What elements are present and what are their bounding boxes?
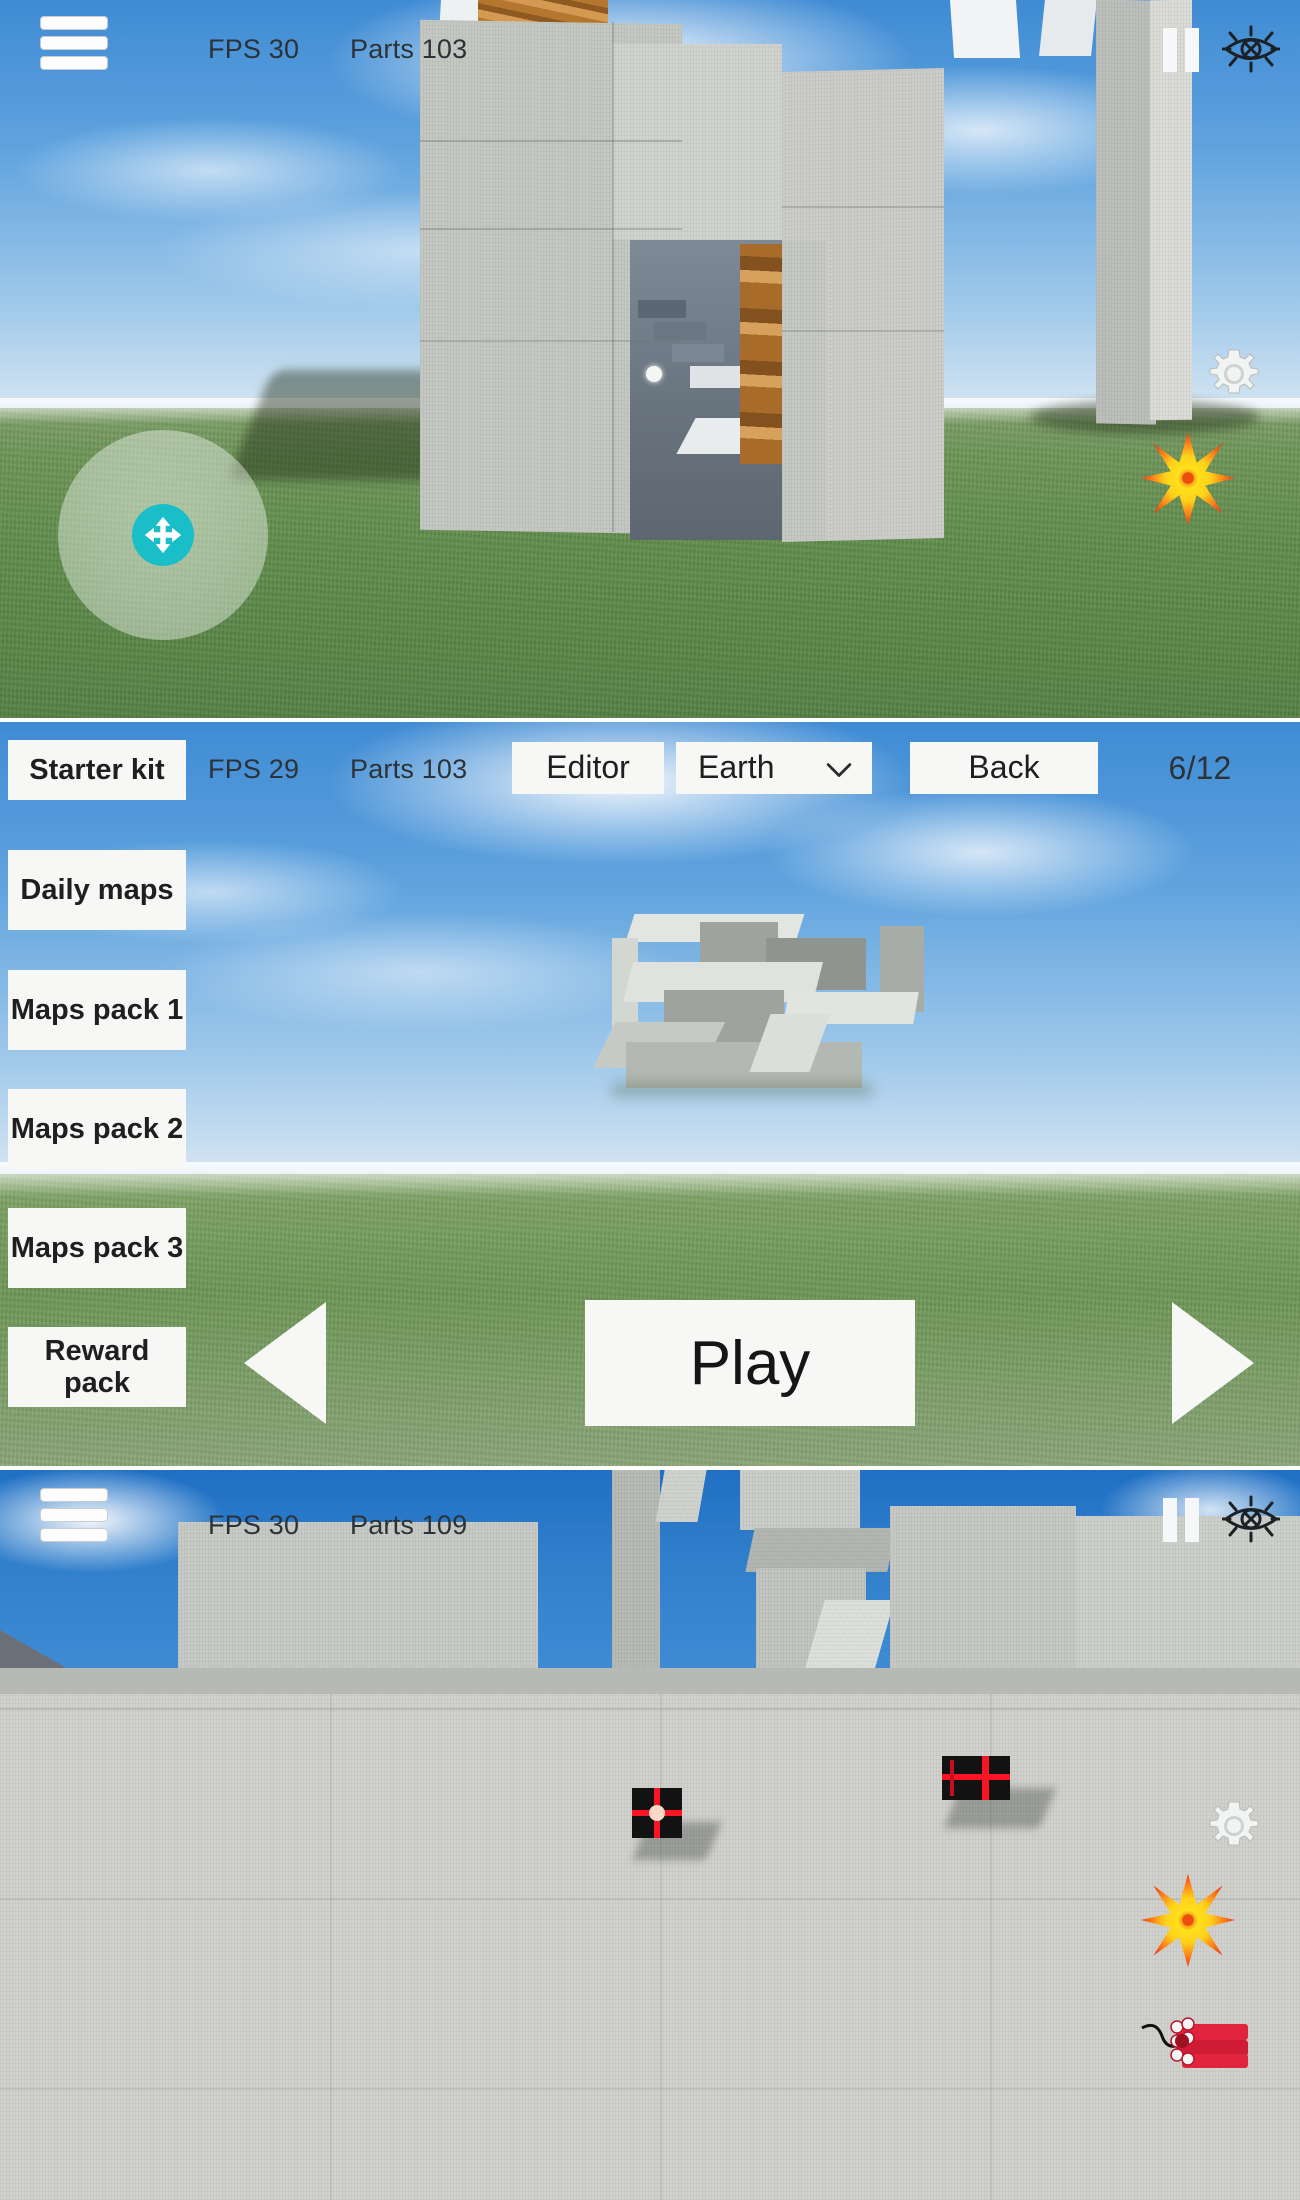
hamburger-bar-2-b [40, 1508, 108, 1522]
far-pillar-mid [949, 0, 1021, 58]
screenshot-root: FPS 30 Parts 103 FPS 29 Parts 103 Editor… [0, 0, 1300, 2200]
crossed-eye-icon[interactable] [1221, 24, 1281, 74]
upper-column-1 [612, 1470, 660, 1674]
fps-counter-top: FPS 30 [208, 34, 300, 64]
sidebar-item-daily-maps[interactable]: Daily maps [8, 850, 186, 930]
pause-bar-right-b [1185, 1498, 1199, 1542]
wall-seam-1 [0, 1708, 1300, 1710]
seam-vertical [612, 22, 614, 532]
wall-seam-v1 [330, 1694, 332, 2200]
hamburger-menu-icon-bottom[interactable] [40, 1488, 108, 1542]
seam-3 [420, 340, 682, 342]
stair-step-3 [672, 344, 724, 362]
fps-counter-bottom: FPS 30 [208, 1510, 300, 1540]
sidebar-item-maps-pack-2[interactable]: Maps pack 2 [8, 1089, 186, 1169]
sidebar-item-maps-pack-3[interactable]: Maps pack 3 [8, 1208, 186, 1288]
gear-icon-bottom-abs[interactable] [1208, 1800, 1260, 1852]
pause-bar-left [1163, 28, 1177, 72]
pause-icon[interactable] [1163, 28, 1199, 72]
wall-upper-mid [612, 44, 782, 240]
hamburger-bar-1-b [40, 1488, 108, 1502]
interior-light-orb [646, 366, 662, 382]
left-arrow-icon[interactable] [240, 1298, 330, 1433]
far-pillar-mid2 [1039, 0, 1097, 56]
charge-large-tick [950, 1760, 954, 1796]
four-way-arrow-icon[interactable] [132, 504, 194, 566]
gameplay-panel-top: FPS 30 Parts 103 [0, 0, 1300, 718]
back-button[interactable]: Back [910, 742, 1098, 794]
parts-counter-top: Parts 103 [350, 34, 468, 64]
editor-button[interactable]: Editor [512, 742, 664, 794]
hamburger-bar-3 [40, 56, 108, 70]
wall-seam-2 [0, 1898, 1300, 1900]
seam-4 [782, 206, 944, 208]
upper-wall-left [178, 1522, 538, 1674]
main-concrete-wall [0, 1668, 1300, 2200]
hamburger-menu-icon[interactable] [40, 16, 108, 70]
wall-seam-3 [0, 2088, 1300, 2090]
stair-step-4 [690, 366, 742, 388]
pause-icon-bottom[interactable] [1163, 1498, 1199, 1542]
upper-slab-a [740, 1470, 860, 1530]
hamburger-bar-3-b [40, 1528, 108, 1542]
stair-step-2 [654, 322, 706, 340]
wall-top-lip [0, 1668, 1300, 1694]
dynamite-icon[interactable] [1136, 2014, 1248, 2070]
gear-icon[interactable] [1208, 348, 1260, 400]
seam-1 [420, 140, 682, 142]
charge-large-cross-v [982, 1756, 989, 1800]
explosion-icon[interactable] [1140, 430, 1236, 526]
movement-joystick-pad[interactable] [58, 430, 268, 640]
horizon-haze-mid [0, 1162, 1300, 1196]
chevron-down-icon [826, 750, 852, 786]
fps-counter-mid: FPS 29 [208, 754, 300, 784]
sidebar-item-starter-kit[interactable]: Starter kit [8, 740, 186, 800]
game-viewport-bottom[interactable] [0, 1470, 1300, 2200]
explosive-charge-large[interactable] [942, 1756, 1010, 1800]
hamburger-bar-2 [40, 36, 108, 50]
wall-seam-v2 [660, 1694, 662, 2200]
pause-bar-right [1185, 28, 1199, 72]
play-button[interactable]: Play [585, 1300, 915, 1426]
world-select-dropdown[interactable]: Earth [676, 742, 872, 794]
parts-counter-bottom: Parts 109 [350, 1510, 468, 1540]
upper-slab-b [745, 1528, 897, 1572]
gameplay-panel-bottom: FPS 30 Parts 109 [0, 1470, 1300, 2200]
explosive-charge-small[interactable] [632, 1788, 682, 1838]
sidebar-item-maps-pack-1[interactable]: Maps pack 1 [8, 970, 186, 1050]
door-frame-column [782, 240, 826, 540]
pause-bar-left-b [1163, 1498, 1177, 1542]
world-select-value: Earth [698, 749, 775, 786]
hamburger-bar-1 [40, 16, 108, 30]
upper-wall-right [890, 1506, 1076, 1674]
seam-5 [782, 330, 944, 332]
parts-counter-mid: Parts 103 [350, 754, 468, 784]
explosion-icon-bottom[interactable] [1140, 1872, 1236, 1968]
preview-shadow [612, 1082, 872, 1098]
sidebar-item-reward-pack[interactable]: Reward pack [8, 1327, 186, 1407]
crossed-eye-icon-bottom[interactable] [1221, 1494, 1281, 1544]
page-counter: 6/12 [1168, 749, 1232, 786]
seam-2 [420, 228, 682, 230]
stair-step-1 [638, 300, 686, 318]
charge-core [649, 1805, 665, 1821]
column-right-dark [1096, 0, 1156, 425]
right-arrow-icon[interactable] [1168, 1298, 1258, 1433]
